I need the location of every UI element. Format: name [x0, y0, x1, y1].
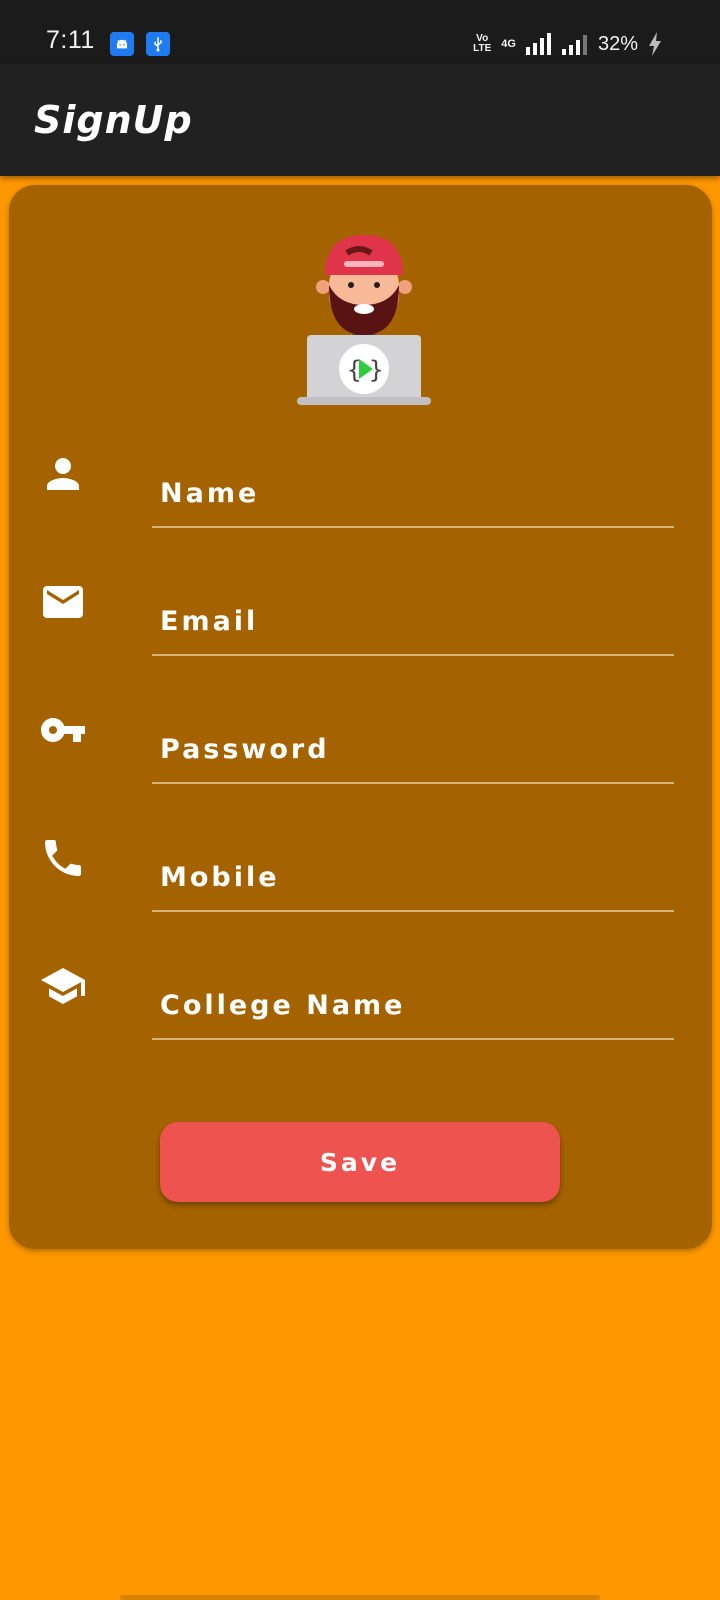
- signup-card: { } Save: [9, 185, 712, 1249]
- email-input[interactable]: [152, 588, 674, 656]
- android-icon: [110, 32, 134, 56]
- volte-indicator: Vo LTE: [473, 33, 492, 54]
- key-icon: [41, 718, 85, 742]
- name-input[interactable]: [152, 460, 674, 528]
- mobile-input[interactable]: [152, 844, 674, 912]
- app-bar: SignUp: [0, 64, 720, 176]
- college-field-row: [9, 962, 712, 1092]
- person-icon: [47, 458, 79, 490]
- usb-icon: [146, 32, 170, 56]
- password-field-row: [9, 706, 712, 836]
- email-icon: [43, 586, 83, 618]
- save-button[interactable]: Save: [160, 1122, 560, 1202]
- name-field-row: [9, 450, 712, 580]
- signal-icon: [525, 33, 551, 55]
- college-name-input[interactable]: [152, 972, 674, 1040]
- battery-percent: 32%: [597, 32, 638, 55]
- signal-icon-2: [561, 35, 587, 55]
- page-title: SignUp: [34, 98, 193, 142]
- school-icon: [41, 968, 85, 1004]
- developer-avatar-illustration: { }: [297, 235, 431, 405]
- password-input[interactable]: [152, 716, 674, 784]
- phone-icon: [45, 840, 81, 876]
- status-time: 7:11: [46, 26, 95, 54]
- network-type: 4G: [501, 38, 516, 50]
- navigation-handle[interactable]: [120, 1595, 600, 1600]
- email-field-row: [9, 578, 712, 708]
- battery-charging-icon: [649, 32, 661, 56]
- status-bar: 7:11 Vo LTE 4G 32%: [0, 0, 720, 64]
- mobile-field-row: [9, 834, 712, 964]
